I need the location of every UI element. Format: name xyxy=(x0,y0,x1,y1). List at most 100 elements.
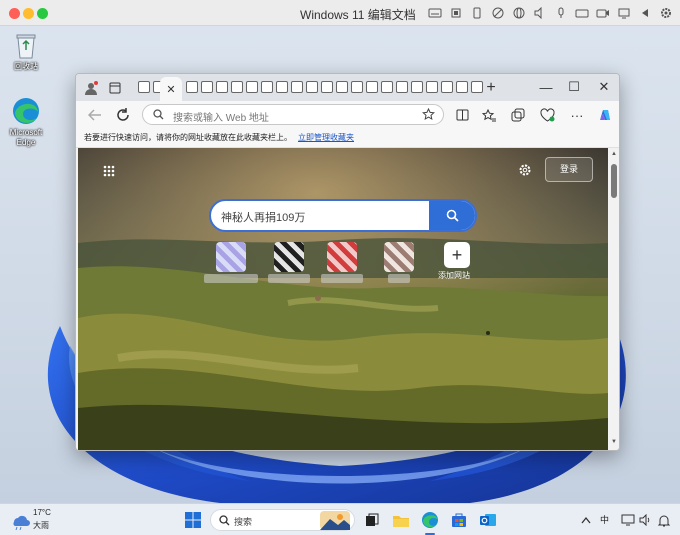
volume-button[interactable] xyxy=(635,510,655,530)
manage-favorites-link[interactable]: 立即管理收藏夹 xyxy=(298,133,354,142)
search-highlight-image-icon xyxy=(320,511,350,530)
keyboard-icon[interactable] xyxy=(427,5,443,21)
show-hidden-icons-button[interactable] xyxy=(576,510,596,530)
back-icon xyxy=(88,109,101,121)
tab[interactable] xyxy=(306,81,318,93)
more-icon: ··· xyxy=(570,107,584,123)
add-site-button[interactable]: + xyxy=(444,242,470,268)
speaker-icon[interactable] xyxy=(532,5,548,21)
settings-gear-icon[interactable] xyxy=(658,5,674,21)
split-screen-button[interactable] xyxy=(451,104,473,126)
tab[interactable] xyxy=(381,81,393,93)
scroll-up-icon[interactable]: ▲ xyxy=(611,151,617,157)
store-button[interactable] xyxy=(449,510,469,530)
camera-icon[interactable] xyxy=(595,5,611,21)
tab[interactable] xyxy=(276,81,288,93)
browser-essentials-button[interactable] xyxy=(536,104,558,126)
grid-dots-icon xyxy=(103,165,115,177)
file-explorer-button[interactable] xyxy=(391,510,411,530)
taskbar-search[interactable]: 搜索 xyxy=(210,509,355,531)
back-button[interactable] xyxy=(84,104,106,126)
no-network-icon[interactable] xyxy=(490,5,506,21)
tab[interactable] xyxy=(321,81,333,93)
display-icon[interactable] xyxy=(616,5,632,21)
refresh-icon xyxy=(117,108,129,121)
tab[interactable] xyxy=(201,81,213,93)
favorites-button[interactable] xyxy=(478,104,500,126)
page-settings-button[interactable] xyxy=(514,159,536,181)
tab[interactable] xyxy=(186,81,198,93)
back-arrow-icon[interactable] xyxy=(637,5,653,21)
tab[interactable] xyxy=(231,81,243,93)
start-button[interactable] xyxy=(183,510,203,530)
background-landscape xyxy=(78,148,608,450)
page-scrollbar[interactable]: ▲ ▼ xyxy=(609,148,619,450)
more-options-button[interactable]: ··· xyxy=(566,104,588,126)
tab[interactable] xyxy=(336,81,348,93)
close-tab-icon[interactable]: ✕ xyxy=(166,83,175,96)
speaker-icon xyxy=(639,514,649,526)
tab[interactable] xyxy=(396,81,408,93)
notifications-button[interactable] xyxy=(654,510,674,530)
usb-icon[interactable] xyxy=(469,5,485,21)
maximize-icon: ☐ xyxy=(568,79,580,94)
desktop-icon-edge[interactable]: Microsoft Edge xyxy=(0,96,52,148)
tab[interactable] xyxy=(351,81,363,93)
outlook-button[interactable] xyxy=(478,510,498,530)
apps-launcher-button[interactable] xyxy=(98,160,120,182)
ntp-search-box[interactable]: 神秘人再捐109万 xyxy=(209,199,477,232)
plus-icon: + xyxy=(486,79,496,96)
tab[interactable] xyxy=(456,81,468,93)
profile-avatar-icon[interactable] xyxy=(80,77,102,99)
quick-link-label xyxy=(268,274,310,283)
copilot-button[interactable] xyxy=(594,104,616,126)
taskbar-edge-button[interactable] xyxy=(420,510,440,530)
minimize-window-button[interactable] xyxy=(23,8,34,19)
microphone-icon[interactable] xyxy=(553,5,569,21)
tab[interactable] xyxy=(411,81,423,93)
globe-icon[interactable] xyxy=(511,5,527,21)
quick-link-tile[interactable] xyxy=(327,242,357,272)
tab-active[interactable]: ✕ xyxy=(160,77,182,101)
fullscreen-window-button[interactable] xyxy=(37,8,48,19)
weather-widget[interactable] xyxy=(10,511,30,531)
maximize-button[interactable]: ☐ xyxy=(559,76,589,98)
tab[interactable] xyxy=(138,81,150,93)
scroll-down-icon[interactable]: ▼ xyxy=(611,439,617,445)
edge-browser-window: ✕ + — ☐ ✕ 搜索或输入 Web 地址 ··· 若要进行快速访问，请将你的… xyxy=(75,73,620,451)
address-placeholder: 搜索或输入 Web 地址 xyxy=(173,113,269,124)
quick-link-tile[interactable] xyxy=(384,242,414,272)
new-tab-button[interactable]: + xyxy=(480,77,502,99)
search-icon xyxy=(446,209,459,222)
collections-icon xyxy=(511,108,525,122)
desktop-icon-recycle-bin[interactable]: 回收站 xyxy=(0,32,52,72)
cpu-icon[interactable] xyxy=(448,5,464,21)
tab[interactable] xyxy=(291,81,303,93)
tab[interactable] xyxy=(426,81,438,93)
quick-link-tile[interactable] xyxy=(216,242,246,272)
collections-button[interactable] xyxy=(507,104,529,126)
close-button[interactable]: ✕ xyxy=(589,76,619,98)
address-bar[interactable]: 搜索或输入 Web 地址 xyxy=(142,104,444,125)
scrollbar-thumb[interactable] xyxy=(611,164,617,198)
input-method-indicator[interactable]: 中 xyxy=(600,513,609,526)
tab[interactable] xyxy=(246,81,258,93)
refresh-button[interactable] xyxy=(112,104,134,126)
workspaces-icon[interactable] xyxy=(104,77,126,99)
ntp-search-button[interactable] xyxy=(429,201,475,230)
tab[interactable] xyxy=(441,81,453,93)
quick-link-tile[interactable] xyxy=(274,242,304,272)
close-window-button[interactable] xyxy=(9,8,20,19)
host-toolbar-icons xyxy=(427,5,674,21)
windows-logo-icon xyxy=(185,512,201,528)
login-button[interactable]: 登录 xyxy=(545,157,593,182)
task-view-button[interactable] xyxy=(362,510,382,530)
favorite-star-icon[interactable] xyxy=(422,108,435,121)
tab[interactable] xyxy=(216,81,228,93)
tab[interactable] xyxy=(366,81,378,93)
minimize-icon: — xyxy=(539,79,553,95)
minimize-button[interactable]: — xyxy=(531,76,561,98)
tab[interactable] xyxy=(261,81,273,93)
outlook-icon xyxy=(480,514,496,526)
drive-icon[interactable] xyxy=(574,5,590,21)
